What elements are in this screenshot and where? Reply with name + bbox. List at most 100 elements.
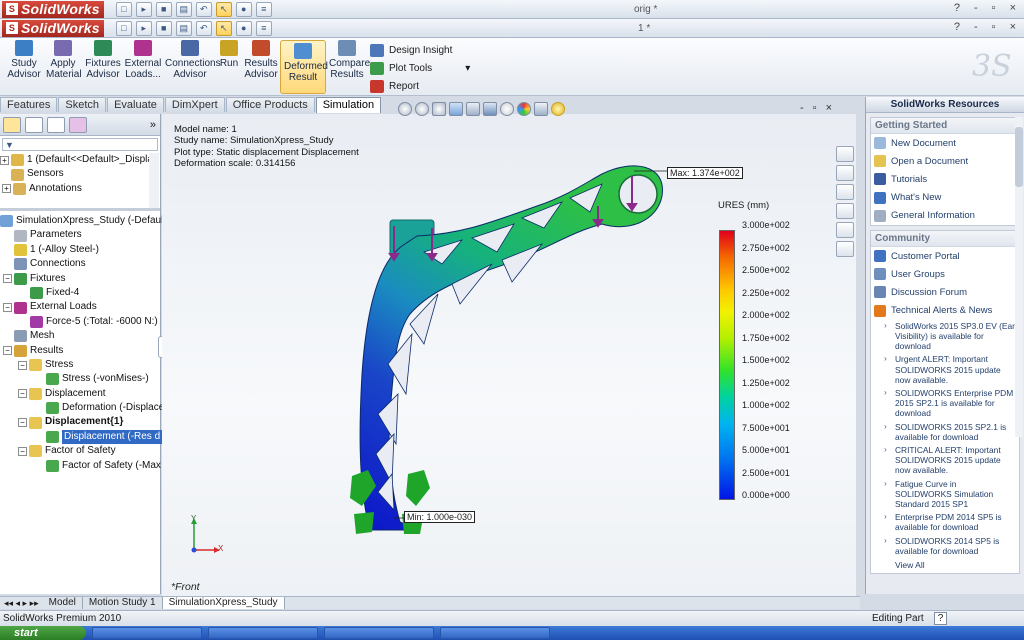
collapse-icon[interactable]: − (3, 274, 12, 284)
news-item-link[interactable]: SOLIDWORKS 2014 SP5 is available for dow… (871, 535, 1019, 558)
view-palette-icon[interactable] (836, 203, 854, 219)
taskbar-button[interactable] (92, 627, 202, 639)
help-button[interactable]: ? (954, 21, 960, 33)
restore-button[interactable]: ▫ (992, 2, 996, 14)
custom-properties-icon[interactable] (836, 241, 854, 257)
getting-started-link[interactable]: What's New (871, 189, 1019, 207)
external-loads-button[interactable]: External Loads... (124, 40, 162, 80)
fixtures-advisor-button[interactable]: Fixtures Advisor (85, 40, 121, 80)
tab-simulation[interactable]: Simulation (315, 97, 382, 113)
section-view-icon[interactable] (449, 102, 463, 116)
apply-scene-icon[interactable] (534, 102, 548, 116)
design-insight-button[interactable]: Design Insight (370, 41, 470, 59)
tree-item-displacement-plot[interactable]: Displacement (-Res d (0, 429, 163, 445)
collapse-icon[interactable]: − (18, 446, 27, 456)
save-icon[interactable]: ■ (155, 1, 172, 17)
design-library-icon[interactable] (836, 165, 854, 181)
tree-scrollbar[interactable] (149, 153, 159, 208)
taskbar-button[interactable] (208, 627, 318, 639)
getting-started-link[interactable]: Open a Document (871, 152, 1019, 170)
collapse-icon[interactable]: − (18, 389, 27, 399)
tree-item-stress[interactable]: − Stress (0, 358, 160, 372)
community-link[interactable]: Technical Alerts & News (871, 302, 1019, 320)
getting-started-link[interactable]: General Information (871, 207, 1019, 225)
dimxpert-manager-tab-icon[interactable] (69, 116, 87, 133)
taskbar-button[interactable] (324, 627, 434, 639)
feature-manager-tab-icon[interactable] (3, 116, 21, 133)
getting-started-link[interactable]: Tutorials (871, 170, 1019, 188)
news-item-link[interactable]: SOLIDWORKS 2015 SP2.1 is available for d… (871, 421, 1019, 444)
news-item-link[interactable]: CRITICAL ALERT: Important SOLIDWORKS 201… (871, 444, 1019, 478)
news-item-link[interactable]: Fatigue Curve in SOLIDWORKS Simulation S… (871, 478, 1019, 512)
tree-item-external-loads[interactable]: − External Loads (0, 300, 160, 314)
tab-model[interactable]: Model (43, 597, 83, 609)
print-icon[interactable]: ▤ (175, 1, 192, 17)
report-button[interactable]: Report (370, 77, 470, 95)
tab-scroll-icons[interactable]: ◂◂ ◂ ▸ ▸▸ (0, 598, 43, 609)
tab-sketch[interactable]: Sketch (58, 97, 107, 112)
minimize-button[interactable]: - (974, 21, 978, 33)
tab-simulationxpress-study[interactable]: SimulationXpress_Study (162, 597, 285, 609)
hide-show-items-icon[interactable] (500, 102, 514, 116)
close-button[interactable]: × (1010, 2, 1016, 14)
tree-item-fixtures[interactable]: − Fixtures (0, 272, 160, 286)
view-orientation-icon[interactable] (466, 102, 480, 116)
display-style-icon[interactable] (483, 102, 497, 116)
tree-item-material[interactable]: 1 (-Alloy Steel-) (0, 243, 160, 257)
tree-item-parameters[interactable]: Parameters (0, 228, 160, 242)
open-icon[interactable]: ▸ (135, 1, 152, 17)
options-icon[interactable]: ≡ (255, 20, 272, 36)
collapse-icon[interactable]: − (3, 303, 12, 313)
news-item-link[interactable]: SolidWorks 2015 SP3.0 EV (Ear Visibility… (871, 320, 1019, 354)
print-icon[interactable]: ▤ (175, 20, 192, 36)
minimize-button[interactable]: - (974, 2, 978, 14)
tree-item-annotations[interactable]: + Annotations (0, 182, 160, 196)
chevron-down-icon[interactable]: ▾ (465, 63, 470, 74)
expand-icon[interactable]: + (2, 184, 11, 194)
tab-motion-study[interactable]: Motion Study 1 (83, 597, 163, 609)
results-advisor-button[interactable]: Results Advisor (244, 40, 278, 80)
filter-icon[interactable]: ▼ (2, 138, 158, 151)
configuration-manager-tab-icon[interactable] (47, 116, 65, 133)
previous-view-icon[interactable] (432, 102, 446, 116)
plot-tools-button[interactable]: Plot Tools ▾ (370, 59, 470, 77)
collapse-icon[interactable]: − (3, 346, 12, 356)
open-icon[interactable]: ▸ (135, 20, 152, 36)
viewport-minimize-button[interactable]: - (800, 102, 804, 114)
home-icon[interactable] (836, 146, 854, 162)
close-button[interactable]: × (1010, 21, 1016, 33)
tree-item-study[interactable]: SimulationXpress_Study (-Default-) (0, 214, 173, 228)
tree-item-factor-of-safety-plot[interactable]: Factor of Safety (-Max vo (0, 459, 174, 473)
tree-item-deformation-plot[interactable]: Deformation (-Displaceme (0, 401, 178, 415)
expand-tabs-icon[interactable]: » (150, 119, 156, 131)
options-icon[interactable]: ≡ (255, 1, 272, 17)
select-icon[interactable]: ↖ (215, 1, 232, 17)
help-status-button[interactable]: ? (933, 612, 948, 625)
tree-item-displacement-1[interactable]: − Displacement{1} (0, 415, 160, 429)
tab-dimxpert[interactable]: DimXpert (164, 97, 225, 112)
tree-item-displacement[interactable]: − Displacement (0, 387, 160, 401)
news-item-link[interactable]: SOLIDWORKS Enterprise PDM 2015 SP2.1 is … (871, 387, 1019, 421)
viewport-close-button[interactable]: × (826, 102, 832, 114)
tree-item-sensors[interactable]: Sensors (0, 167, 160, 181)
file-explorer-icon[interactable] (836, 184, 854, 200)
tab-office-products[interactable]: Office Products (225, 97, 315, 112)
getting-started-link[interactable]: New Document (871, 134, 1019, 152)
edit-appearance-icon[interactable] (517, 102, 531, 116)
new-icon[interactable]: □ (115, 1, 132, 17)
graphics-area[interactable]: Model name: 1 Study name: SimulationXpre… (162, 114, 856, 596)
tab-evaluate[interactable]: Evaluate (107, 97, 164, 112)
tab-features[interactable]: Features (0, 97, 58, 112)
new-icon[interactable]: □ (115, 20, 132, 36)
tree-item-stress-plot[interactable]: Stress (-vonMises-) (0, 372, 160, 386)
deformed-result-button[interactable]: Deformed Result (280, 40, 328, 94)
view-settings-icon[interactable] (551, 102, 565, 116)
save-icon[interactable]: ■ (155, 20, 172, 36)
zoom-to-area-icon[interactable] (415, 102, 429, 116)
news-item-link[interactable]: Urgent ALERT: Important SOLIDWORKS 2015 … (871, 353, 1019, 387)
scrollbar-thumb[interactable] (1015, 127, 1023, 187)
community-link[interactable]: Discussion Forum (871, 283, 1019, 301)
run-button[interactable]: Run (218, 40, 240, 69)
apply-material-button[interactable]: Apply Material (46, 40, 82, 80)
tree-item-factor-of-safety[interactable]: − Factor of Safety (0, 444, 160, 458)
